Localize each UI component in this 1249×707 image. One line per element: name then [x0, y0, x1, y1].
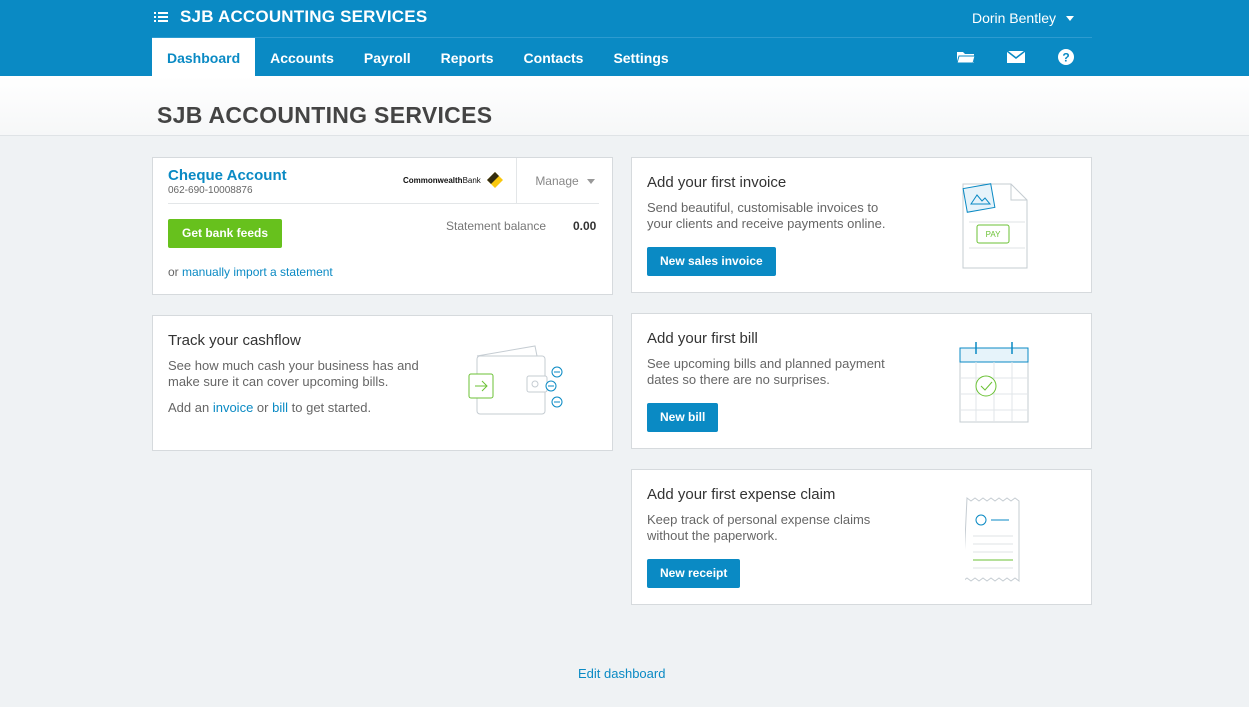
- bank-logo: Commonwealth Bank: [403, 172, 504, 188]
- bank-logo-light: Bank: [462, 175, 481, 185]
- nav-contacts[interactable]: Contacts: [509, 38, 599, 76]
- org-name: SJB ACCOUNTING SERVICES: [180, 7, 428, 26]
- top-bar-divider: [152, 37, 1092, 38]
- files-icon[interactable]: [956, 47, 976, 67]
- pay-label: PAY: [986, 230, 1001, 239]
- expense-card-title: Add your first expense claim: [647, 486, 836, 503]
- import-statement-link[interactable]: manually import a statement: [182, 265, 333, 279]
- cashflow-description: See how much cash your business has and …: [168, 358, 419, 389]
- account-name-link[interactable]: Cheque Account: [168, 167, 287, 184]
- manage-label: Manage: [535, 174, 579, 188]
- bill-card-title: Add your first bill: [647, 330, 758, 347]
- bill-card-description: See upcoming bills and planned payment d…: [647, 356, 885, 387]
- user-name: Dorin Bentley: [971, 10, 1056, 26]
- svg-text:?: ?: [1062, 51, 1069, 65]
- cta-suffix: to get started.: [291, 400, 372, 415]
- menu-list-icon: [152, 10, 170, 24]
- account-number: 062-690-10008876: [168, 185, 253, 196]
- mail-icon[interactable]: [1006, 47, 1026, 67]
- add-bill-link[interactable]: bill: [272, 400, 288, 415]
- statement-balance-label: Statement balance: [446, 219, 547, 233]
- calendar-illustration: [958, 340, 1030, 429]
- cashflow-card: Track your cashflow See how much cash yo…: [152, 315, 613, 451]
- manage-dropdown[interactable]: Manage: [516, 158, 613, 204]
- page-title: SJB ACCOUNTING SERVICES: [157, 102, 493, 128]
- nav-icons: ?: [926, 38, 1076, 76]
- new-bill-button[interactable]: New bill: [647, 403, 719, 432]
- bank-diamond-icon: [486, 172, 503, 188]
- top-bar: SJB ACCOUNTING SERVICES Dorin Bentley Da…: [0, 0, 1249, 76]
- page-title-band: SJB ACCOUNTING SERVICES: [0, 76, 1249, 136]
- import-statement-row: or manually import a statement: [168, 265, 333, 279]
- new-sales-invoice-button[interactable]: New sales invoice: [647, 247, 776, 276]
- cashflow-title: Track your cashflow: [168, 332, 301, 349]
- wallet-illustration: [465, 342, 570, 427]
- org-switcher[interactable]: SJB ACCOUNTING SERVICES: [152, 6, 427, 28]
- new-receipt-button[interactable]: New receipt: [647, 559, 741, 588]
- expense-card-description: Keep track of personal expense claims wi…: [647, 512, 871, 543]
- first-invoice-card: Add your first invoice Send beautiful, c…: [631, 157, 1092, 293]
- bank-logo-bold: Commonwealth: [403, 175, 463, 185]
- first-bill-card: Add your first bill See upcoming bills a…: [631, 313, 1092, 449]
- import-prefix: or: [168, 265, 179, 279]
- nav-dashboard[interactable]: Dashboard: [152, 38, 256, 76]
- chevron-down-icon: [586, 178, 595, 184]
- nav-reports[interactable]: Reports: [426, 38, 509, 76]
- statement-balance-value: 0.00: [573, 219, 597, 233]
- bank-account-card: Cheque Account 062-690-10008876 Commonwe…: [152, 157, 613, 295]
- invoice-illustration: PAY: [961, 182, 1033, 277]
- user-menu[interactable]: Dorin Bentley: [972, 10, 1074, 26]
- invoice-card-title: Add your first invoice: [647, 174, 787, 191]
- chevron-down-icon: [1066, 15, 1074, 21]
- divider: [168, 203, 599, 204]
- get-bank-feeds-button[interactable]: Get bank feeds: [168, 219, 283, 248]
- edit-dashboard-link[interactable]: Edit dashboard: [578, 666, 665, 681]
- nav-settings[interactable]: Settings: [598, 38, 683, 76]
- cashflow-cta: Add an invoice or bill to get started.: [168, 400, 371, 415]
- help-icon[interactable]: ?: [1056, 47, 1076, 67]
- nav-accounts[interactable]: Accounts: [255, 38, 349, 76]
- top-bar-inner: SJB ACCOUNTING SERVICES Dorin Bentley Da…: [152, 0, 1092, 76]
- main-nav: Dashboard Accounts Payroll Reports Conta…: [152, 38, 684, 76]
- cta-prefix: Add an: [168, 400, 210, 415]
- cta-or: or: [256, 400, 269, 415]
- first-expense-card: Add your first expense claim Keep track …: [631, 469, 1092, 605]
- receipt-illustration: [962, 496, 1025, 589]
- nav-payroll[interactable]: Payroll: [349, 38, 426, 76]
- invoice-card-description: Send beautiful, customisable invoices to…: [647, 200, 886, 231]
- add-invoice-link[interactable]: invoice: [213, 400, 253, 415]
